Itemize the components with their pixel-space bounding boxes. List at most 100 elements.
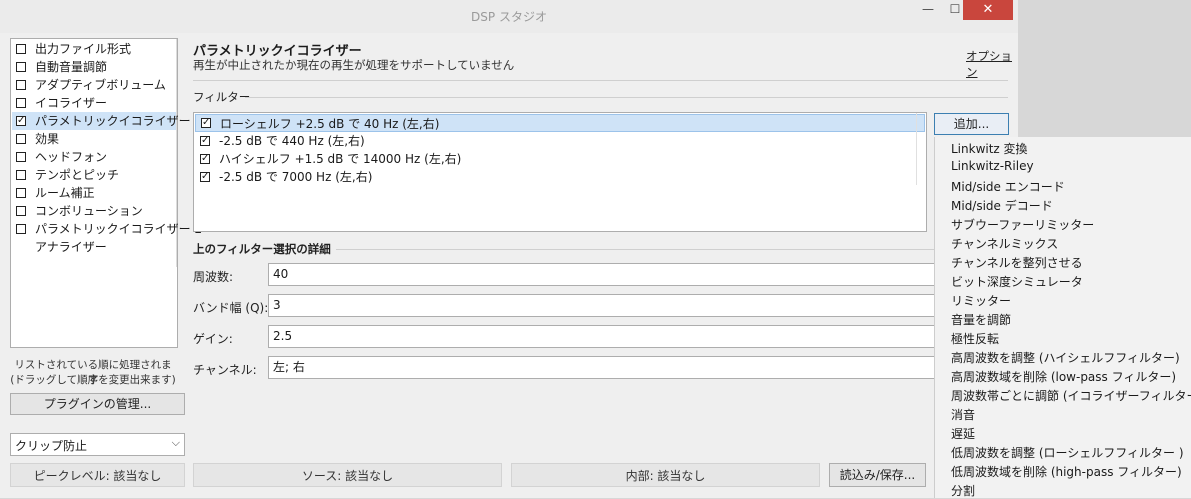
order-hint-line2: (ドラッグして順序を変更出来ます) <box>10 374 176 386</box>
divider <box>336 249 936 250</box>
source-status: ソース: 該当なし <box>193 463 502 487</box>
minimize-button[interactable]: — <box>915 0 941 20</box>
manage-plugins-button[interactable]: プラグインの管理... <box>10 393 185 415</box>
plugin-item-effects[interactable]: 効果 <box>12 130 176 148</box>
close-button[interactable]: ✕ <box>963 0 1013 20</box>
checkbox[interactable] <box>16 170 26 180</box>
plugin-item-room-correction[interactable]: ルーム補正 <box>12 184 176 202</box>
checkbox[interactable] <box>16 98 26 108</box>
peak-level-status: ピークレベル: 該当なし <box>10 463 185 487</box>
filter-row[interactable]: ✓ ハイシェルフ +1.5 dB で 14000 Hz (左,右) <box>195 150 925 168</box>
plugin-label: パラメトリックイコライザー 2 <box>35 222 203 236</box>
checkbox[interactable] <box>16 206 26 216</box>
filters-heading: フィルター <box>193 90 251 104</box>
menu-item[interactable]: Linkwitz 変換 <box>951 140 1028 157</box>
plugin-item-headphones[interactable]: ヘッドフォン <box>12 148 176 166</box>
checkbox[interactable] <box>16 62 26 72</box>
clip-protection-select[interactable]: クリップ防止 ⌵ <box>10 433 185 456</box>
bandwidth-input[interactable]: 3 <box>268 294 968 317</box>
plugin-label: イコライザー <box>35 96 108 110</box>
page-subtitle: 再生が中止されたか現在の再生が処理をサポートしていません <box>193 58 515 72</box>
filter-label: ローシェルフ +2.5 dB で 40 Hz (左,右) <box>220 117 440 131</box>
plugin-label: 自動音量調節 <box>35 60 108 74</box>
plugin-label: テンポとピッチ <box>35 168 120 182</box>
load-save-button[interactable]: 読込み/保存... <box>829 463 926 487</box>
menu-item[interactable]: ビット深度シミュレータ <box>951 273 1083 290</box>
add-filter-button[interactable]: 追加... <box>934 113 1009 135</box>
internal-status: 内部: 該当なし <box>511 463 820 487</box>
menu-item[interactable]: リミッター <box>951 292 1011 309</box>
checkbox[interactable] <box>16 188 26 198</box>
plugin-item-auto-volume[interactable]: 自動音量調節 <box>12 58 176 76</box>
checkbox[interactable] <box>16 134 26 144</box>
checkbox-checked[interactable]: ✓ <box>200 154 210 164</box>
plugin-item-output-format[interactable]: 出力ファイル形式 <box>12 40 176 58</box>
plugin-label: 出力ファイル形式 <box>35 42 132 56</box>
menu-item[interactable]: Linkwitz-Riley <box>951 159 1034 173</box>
channel-label: チャンネル: <box>193 363 257 377</box>
menu-item[interactable]: 低周波数を調整 (ローシェルフフィルター ) <box>951 444 1184 461</box>
plugin-list[interactable]: 出力ファイル形式 自動音量調節 アダプティブボリューム イコライザー ✓ パラメ… <box>10 38 202 348</box>
filter-label: -2.5 dB で 7000 Hz (左,右) <box>219 170 373 184</box>
channel-input[interactable]: 左; 右 <box>268 356 968 379</box>
add-filter-menu: Linkwitz 変換 Linkwitz-Riley Mid/side エンコー… <box>934 137 1191 498</box>
checkbox-checked[interactable]: ✓ <box>200 172 210 182</box>
menu-item[interactable]: チャンネルミックス <box>951 235 1058 252</box>
plugin-label: アナライザー <box>35 240 107 254</box>
bandwidth-label: バンド幅 (Q): <box>193 301 269 315</box>
menu-item[interactable]: 分割 <box>951 482 975 499</box>
options-link[interactable]: オプション <box>966 48 1018 80</box>
menu-item[interactable]: 高周波数を調整 (ハイシェルフフィルター) <box>951 349 1180 366</box>
dsp-studio-window: DSP スタジオ — ☐ ✕ 出力ファイル形式 自動音量調節 アダプティブボリュ… <box>0 0 1018 498</box>
plugin-label: 効果 <box>35 132 60 146</box>
checkbox-checked[interactable]: ✓ <box>16 116 26 126</box>
checkbox[interactable] <box>16 44 26 54</box>
plugin-item-parametric-eq-2[interactable]: パラメトリックイコライザー 2 <box>12 220 202 238</box>
filter-row[interactable]: ✓ ローシェルフ +2.5 dB で 40 Hz (左,右) <box>195 114 925 132</box>
filter-label: -2.5 dB で 440 Hz (左,右) <box>219 134 365 148</box>
menu-item[interactable]: 高周波数域を削除 (low-pass フィルター) <box>951 368 1176 385</box>
divider <box>193 80 1008 81</box>
menu-item[interactable]: 遅延 <box>951 425 975 442</box>
gain-label: ゲイン: <box>193 332 233 346</box>
title-bar: DSP スタジオ — ☐ ✕ <box>0 0 1018 33</box>
filter-list-scrollbar[interactable] <box>916 113 917 185</box>
filter-label: ハイシェルフ +1.5 dB で 14000 Hz (左,右) <box>219 152 462 166</box>
checkbox-checked[interactable]: ✓ <box>200 136 210 146</box>
plugin-label: パラメトリックイコライザー <box>35 114 191 128</box>
checkbox-checked[interactable]: ✓ <box>201 118 211 128</box>
checkbox[interactable] <box>16 224 26 234</box>
plugin-item-analyzer[interactable]: アナライザー <box>12 238 176 256</box>
filter-list[interactable]: ✓ ローシェルフ +2.5 dB で 40 Hz (左,右) ✓ -2.5 dB… <box>193 112 927 232</box>
menu-item[interactable]: 周波数帯ごとに調節 (イコライザーフィルター) <box>951 387 1191 404</box>
gain-input[interactable]: 2.5 <box>268 325 968 348</box>
menu-item[interactable]: Mid/side エンコード <box>951 178 1065 195</box>
checkbox[interactable] <box>16 80 26 90</box>
plugin-item-parametric-eq[interactable]: ✓ パラメトリックイコライザー <box>12 112 191 130</box>
menu-item[interactable]: 極性反転 <box>951 330 999 347</box>
frequency-input[interactable]: 40 <box>268 263 968 286</box>
menu-item[interactable]: サブウーファーリミッター <box>951 216 1094 233</box>
details-heading: 上のフィルター選択の詳細 <box>193 242 331 256</box>
menu-item[interactable]: チャンネルを整列させる <box>951 254 1083 271</box>
menu-item[interactable]: 低周波数域を削除 (high-pass フィルター) <box>951 463 1182 480</box>
plugin-label: コンボリューション <box>35 204 143 218</box>
menu-item[interactable]: 消音 <box>951 406 975 423</box>
filter-row[interactable]: ✓ -2.5 dB で 7000 Hz (左,右) <box>195 168 925 186</box>
plugin-label: ヘッドフォン <box>35 150 108 164</box>
window-title: DSP スタジオ <box>471 10 547 24</box>
plugin-item-adaptive-volume[interactable]: アダプティブボリューム <box>12 76 176 94</box>
divider <box>245 97 1008 98</box>
checkbox[interactable] <box>16 152 26 162</box>
plugin-item-equalizer[interactable]: イコライザー <box>12 94 176 112</box>
plugin-item-tempo-pitch[interactable]: テンポとピッチ <box>12 166 176 184</box>
plugin-label: アダプティブボリューム <box>35 78 166 92</box>
menu-item[interactable]: 音量を調節 <box>951 311 1011 328</box>
menu-item[interactable]: Mid/side デコード <box>951 197 1053 214</box>
frequency-label: 周波数: <box>193 270 234 284</box>
chevron-down-icon: ⌵ <box>171 436 180 449</box>
plugin-label: ルーム補正 <box>35 186 95 200</box>
filter-row[interactable]: ✓ -2.5 dB で 440 Hz (左,右) <box>195 132 925 150</box>
clip-select-value: クリップ防止 <box>15 439 88 453</box>
plugin-item-convolution[interactable]: コンボリューション <box>12 202 176 220</box>
